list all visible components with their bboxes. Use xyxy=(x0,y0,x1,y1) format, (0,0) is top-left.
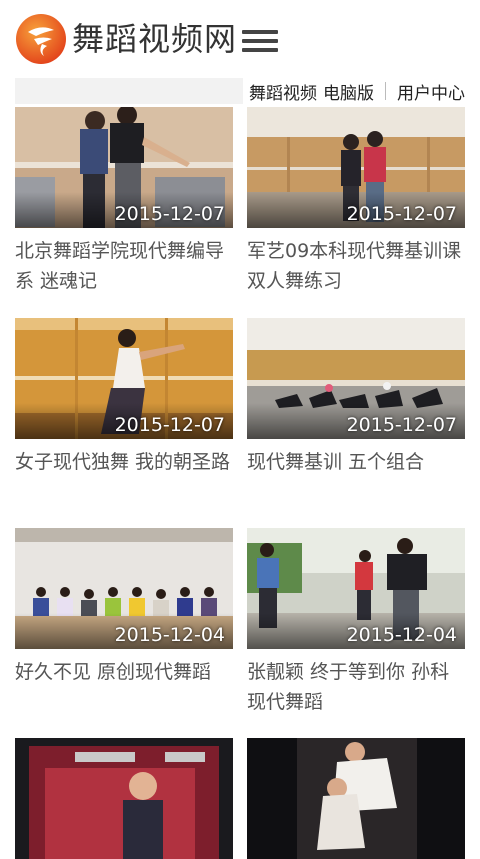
video-card[interactable]: 2015-12-07 女子现代独舞 我的朝圣路 xyxy=(15,318,233,477)
video-title[interactable]: 好久不见 原创现代舞蹈 xyxy=(15,657,233,687)
hamburger-menu-icon[interactable] xyxy=(240,27,280,55)
header: 舞蹈视频网 xyxy=(0,0,480,78)
video-card[interactable]: 2015-12-07 现代舞基训 五个组合 xyxy=(247,318,465,477)
video-date: 2015-12-07 xyxy=(114,203,225,225)
video-date: 2015-12-04 xyxy=(114,624,225,646)
dance-logo-icon[interactable] xyxy=(14,12,68,66)
nav-divider xyxy=(385,82,386,100)
video-title[interactable]: 现代舞基训 五个组合 xyxy=(247,447,465,477)
video-card[interactable]: 2015-12-07 北京舞蹈学院现代舞编导系 迷魂记 xyxy=(15,107,233,296)
video-card[interactable] xyxy=(15,738,233,859)
nav-link-user-center[interactable]: 用户中心 xyxy=(397,79,465,104)
video-card[interactable]: 2015-12-07 军艺09本科现代舞基训课 双人舞练习 xyxy=(247,107,465,296)
video-card[interactable]: 2015-12-04 张靓颖 终于等到你 孙科现代舞蹈 xyxy=(247,528,465,717)
video-thumbnail[interactable]: 2015-12-07 xyxy=(247,107,465,228)
video-date: 2015-12-07 xyxy=(114,414,225,436)
video-title[interactable]: 女子现代独舞 我的朝圣路 xyxy=(15,447,233,477)
video-card[interactable] xyxy=(247,738,465,859)
video-date: 2015-12-07 xyxy=(346,203,457,225)
video-date: 2015-12-07 xyxy=(346,414,457,436)
logo-text[interactable]: 舞蹈视频网 xyxy=(72,17,237,61)
video-thumbnail[interactable] xyxy=(15,738,233,859)
video-thumbnail[interactable]: 2015-12-07 xyxy=(15,318,233,439)
video-thumbnail[interactable]: 2015-12-04 xyxy=(247,528,465,649)
nav-link-dance-video[interactable]: 舞蹈视频 xyxy=(249,79,317,104)
video-thumbnail[interactable]: 2015-12-04 xyxy=(15,528,233,649)
sub-navigation: 舞蹈视频 电脑版 用户中心 xyxy=(15,78,465,104)
video-thumbnail[interactable]: 2015-12-07 xyxy=(15,107,233,228)
video-title[interactable]: 北京舞蹈学院现代舞编导系 迷魂记 xyxy=(15,236,233,296)
video-title[interactable]: 军艺09本科现代舞基训课 双人舞练习 xyxy=(247,236,465,296)
video-thumbnail[interactable] xyxy=(247,738,465,859)
video-title[interactable]: 张靓颖 终于等到你 孙科现代舞蹈 xyxy=(247,657,465,717)
nav-link-desktop-version[interactable]: 电脑版 xyxy=(323,79,374,104)
video-date: 2015-12-04 xyxy=(346,624,457,646)
video-thumbnail[interactable]: 2015-12-07 xyxy=(247,318,465,439)
video-card[interactable]: 2015-12-04 好久不见 原创现代舞蹈 xyxy=(15,528,233,687)
